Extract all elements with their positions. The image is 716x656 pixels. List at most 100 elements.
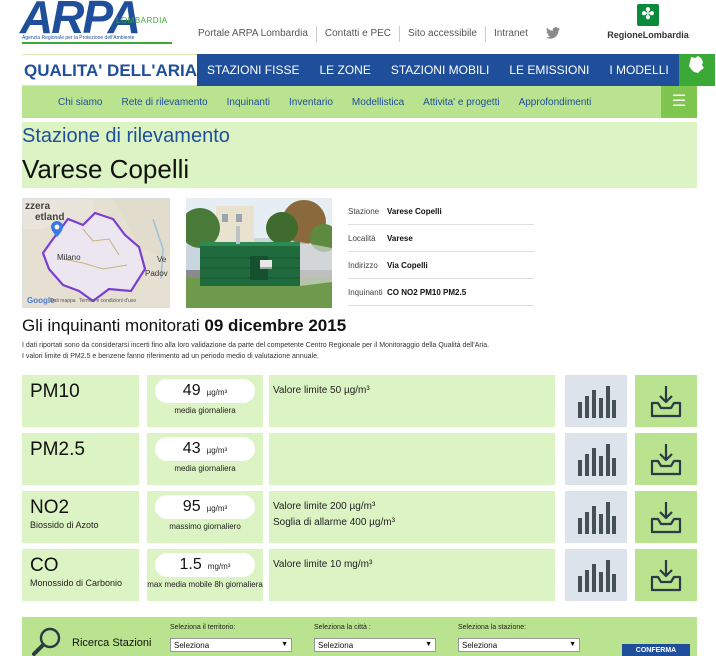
download-button[interactable]: [635, 549, 697, 601]
confirm-button[interactable]: CONFERMA: [622, 644, 690, 656]
select-citta-label: Seleziona la città :: [314, 624, 371, 631]
download-button[interactable]: [635, 433, 697, 485]
disclaimer-line-1: I dati riportati sono da considerarsi in…: [22, 342, 490, 349]
detail-row: Stazione Varese Copelli: [348, 198, 534, 225]
pollutant-row-co: CO Monossido di Carbonio 1.5 mg/m³ max me…: [22, 549, 697, 601]
pollutant-limits-cell: [269, 433, 555, 485]
main-menu: STAZIONI FISSE LE ZONE STAZIONI MOBILI L…: [197, 54, 715, 86]
pollutant-name-cell: PM2.5: [22, 433, 139, 485]
chart-button[interactable]: [565, 491, 627, 543]
limit-line-1: Valore limite 200 µg/m³: [273, 501, 376, 512]
pollutant-name-cell: PM10: [22, 375, 139, 427]
regione-name: RegioneLombardia: [607, 30, 689, 40]
subnav-attivita[interactable]: Attivita' e progetti: [423, 97, 499, 108]
value-pill: 95 µg/m³: [155, 495, 255, 519]
dropdown-arrow-icon: ▼: [281, 641, 288, 648]
limit-line-1: Valore limite 10 mg/m³: [273, 559, 373, 570]
subnav-chi-siamo[interactable]: Chi siamo: [58, 97, 102, 108]
detail-label: Inquinanti: [348, 287, 383, 297]
arpa-logo[interactable]: ARPA LOMBARDIA Agenzia Regionale per la …: [20, 0, 180, 48]
map-terms-link[interactable]: Termini e condizioni d'uso: [79, 298, 136, 304]
map-label-milano: Milano: [57, 253, 81, 262]
value-pill: 49 µg/m³: [155, 379, 255, 403]
link-portale[interactable]: Portale ARPA Lombardia: [190, 26, 317, 42]
regione-mark-icon: ✤: [637, 4, 659, 26]
pollutant-value: 49: [182, 382, 201, 399]
select-stazione-label: Seleziona la stazione:: [458, 624, 527, 631]
detail-label: Indirizzo: [348, 260, 378, 270]
sub-nav: Chi siamo Rete di rilevamento Inquinanti…: [22, 86, 697, 118]
link-contatti[interactable]: Contatti e PEC: [317, 26, 401, 42]
subnav-approfondimenti[interactable]: Approfondimenti: [519, 97, 592, 108]
detail-value: Varese: [387, 233, 413, 243]
download-button[interactable]: [635, 375, 697, 427]
select-stazione: Seleziona la stazione: Seleziona ▼: [458, 624, 580, 652]
station-photo: [186, 198, 332, 308]
pollutant-value: 1.5: [179, 556, 202, 573]
select-citta-dropdown[interactable]: Seleziona ▼: [314, 638, 436, 652]
station-details: Stazione Varese Copelli Località Varese …: [348, 198, 534, 306]
nav-le-zone[interactable]: LE ZONE: [310, 63, 381, 77]
hamburger-menu-icon[interactable]: ☰: [661, 86, 697, 118]
map-label-zzera: zzera: [25, 201, 51, 212]
nav-le-emissioni[interactable]: LE EMISSIONI: [499, 63, 599, 77]
select-value: Seleziona: [318, 641, 354, 650]
bar-chart-icon: [578, 502, 616, 534]
pollutant-name: PM2.5: [30, 439, 85, 460]
pollutant-name: NO2: [30, 497, 70, 518]
twitter-icon[interactable]: [536, 26, 560, 42]
subnav-modellistica[interactable]: Modellistica: [352, 97, 404, 108]
chart-button[interactable]: [565, 549, 627, 601]
download-button[interactable]: [635, 491, 697, 543]
download-tray-icon: [650, 560, 682, 592]
subnav-inquinanti[interactable]: Inquinanti: [227, 97, 270, 108]
top-links: Portale ARPA Lombardia Contatti e PEC Si…: [190, 26, 560, 42]
site-brand[interactable]: QUALITA' DELL'ARIA: [22, 54, 198, 86]
nav-i-modelli[interactable]: I MODELLI: [599, 63, 678, 77]
lombardia-icon[interactable]: [678, 54, 715, 86]
logo-underline: [22, 42, 172, 44]
nav-stazioni-fisse[interactable]: STAZIONI FISSE: [197, 63, 309, 77]
pollutant-unit: µg/m³: [206, 446, 228, 455]
pollutants-heading: Gli inquinanti monitorati 09 dicembre 20…: [22, 316, 346, 336]
dropdown-arrow-icon: ▼: [425, 641, 432, 648]
pollutant-value-cell: 49 µg/m³ media giornaliera: [147, 375, 263, 427]
detail-row: Località Varese: [348, 225, 534, 252]
value-pill: 1.5 mg/m³: [155, 553, 255, 577]
pollutant-row-no2: NO2 Biossido di Azoto 95 µg/m³ massimo gi…: [22, 491, 697, 543]
map-label-padova: Padov: [145, 269, 168, 278]
select-territorio-dropdown[interactable]: Seleziona ▼: [170, 638, 292, 652]
station-header: Stazione di rilevamento Varese Copelli: [22, 122, 697, 188]
pollutant-name-cell: NO2 Biossido di Azoto: [22, 491, 139, 543]
pollutant-limits-cell: Valore limite 200 µg/m³ Soglia di allarm…: [269, 491, 555, 543]
detail-row: Inquinanti CO NO2 PM10 PM2.5: [348, 279, 534, 306]
limit-line-2: Soglia di allarme 400 µg/m³: [273, 517, 395, 528]
detail-value: Via Copelli: [387, 260, 428, 270]
pollutant-unit: µg/m³: [206, 388, 228, 397]
bar-chart-icon: [578, 560, 616, 592]
pollutant-limits-cell: Valore limite 50 µg/m³: [269, 375, 555, 427]
subnav-inventario[interactable]: Inventario: [289, 97, 333, 108]
map-data-link[interactable]: Dati mappa: [50, 298, 76, 304]
pollutant-limits-cell: Valore limite 10 mg/m³: [269, 549, 555, 601]
detail-row: Indirizzo Via Copelli: [348, 252, 534, 279]
station-map[interactable]: zzera etland Milano Ve Padov Google Dati…: [22, 198, 170, 308]
link-accessibile[interactable]: Sito accessibile: [400, 26, 486, 42]
regione-lombardia-logo[interactable]: ✤ RegioneLombardia: [598, 4, 698, 44]
chart-button[interactable]: [565, 433, 627, 485]
select-stazione-dropdown[interactable]: Seleziona ▼: [458, 638, 580, 652]
download-tray-icon: [650, 502, 682, 534]
map-pin-icon[interactable]: [51, 221, 63, 242]
station-kicker: Stazione di rilevamento: [22, 125, 230, 147]
subnav-rete[interactable]: Rete di rilevamento: [121, 97, 207, 108]
nav-stazioni-mobili[interactable]: STAZIONI MOBILI: [381, 63, 499, 77]
pollutant-name-cell: CO Monossido di Carbonio: [22, 549, 139, 601]
chart-button[interactable]: [565, 375, 627, 427]
detail-label: Località: [348, 233, 376, 243]
pollutant-value: 43: [182, 440, 201, 457]
link-intranet[interactable]: Intranet: [486, 26, 536, 42]
pollutants-date: 09 dicembre 2015: [204, 316, 347, 335]
select-value: Seleziona: [174, 641, 210, 650]
select-territorio-label: Seleziona il territorio:: [170, 624, 236, 631]
select-citta: Seleziona la città : Seleziona ▼: [314, 624, 436, 652]
